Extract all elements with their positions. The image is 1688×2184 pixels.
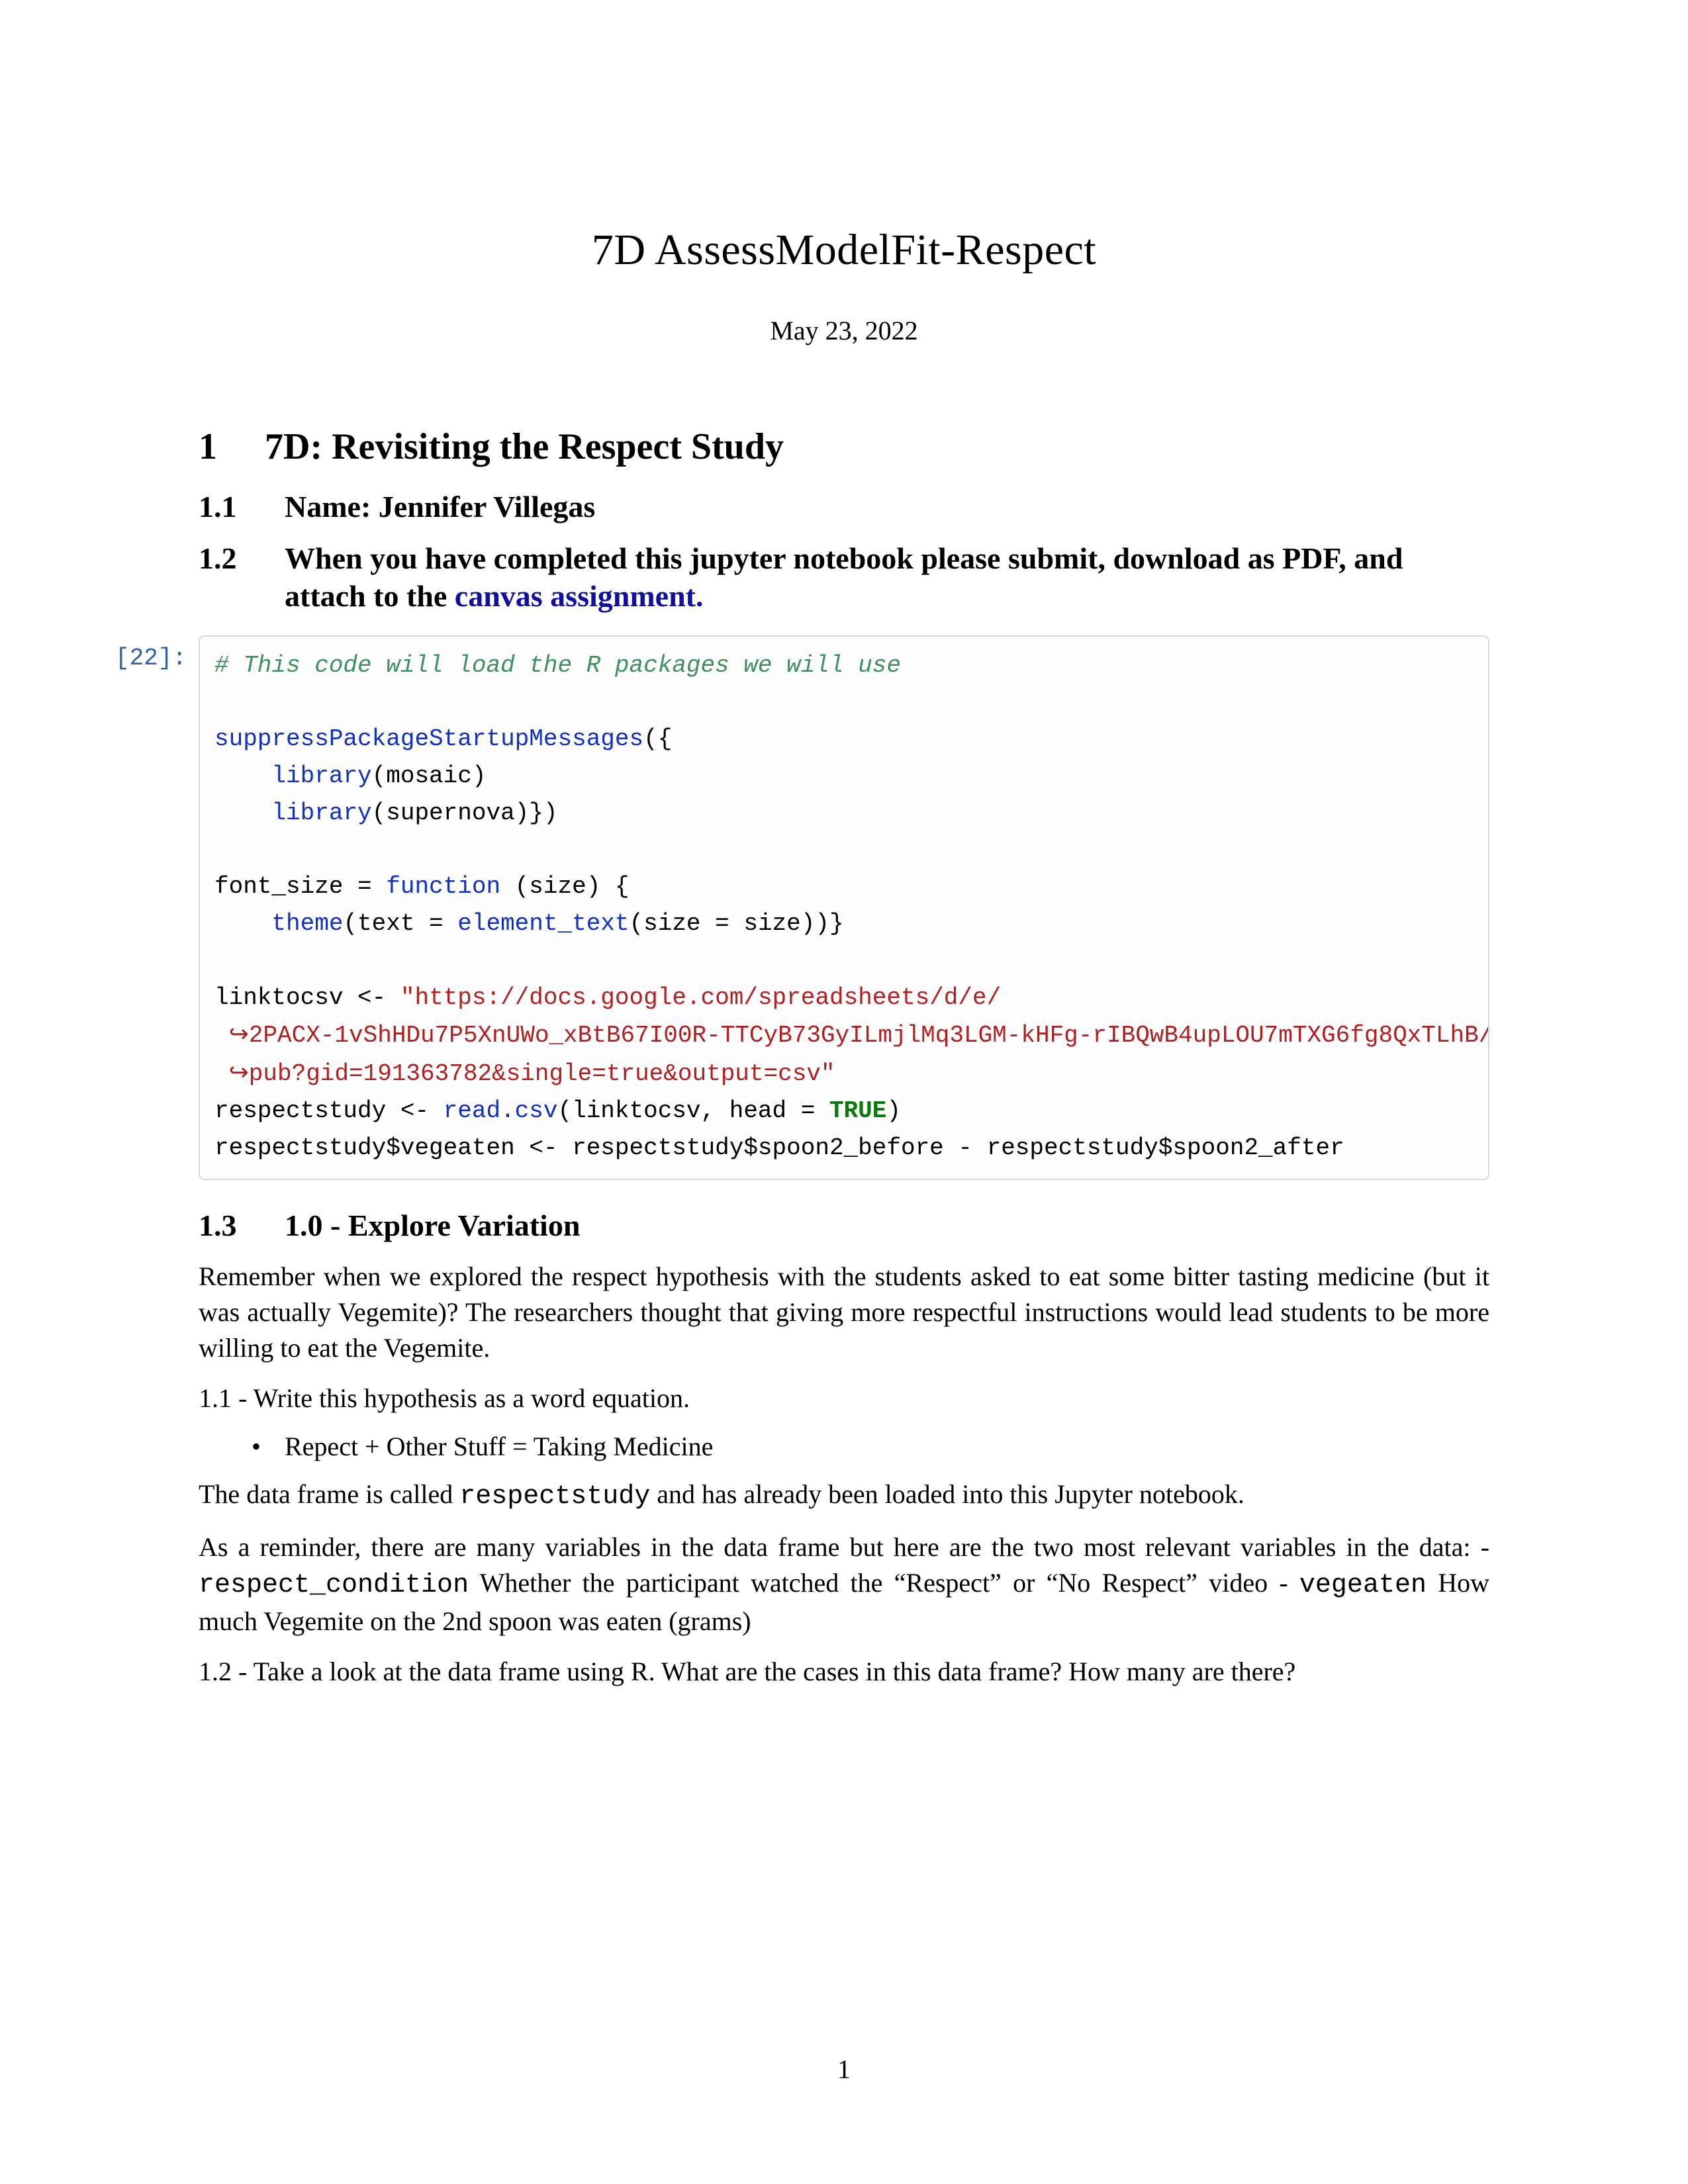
text: As a reminder, there are many variables … xyxy=(199,1532,1489,1562)
code-block: # This code will load the R packages we … xyxy=(199,635,1489,1180)
inline-code: respectstudy xyxy=(459,1482,650,1512)
code-token: respectstudy <- xyxy=(214,1097,444,1124)
paragraph: As a reminder, there are many variables … xyxy=(199,1529,1489,1639)
code-string: pub?gid=191363782&single=true&output=csv… xyxy=(249,1060,835,1087)
code-token: theme xyxy=(271,910,343,937)
code-token: function xyxy=(386,873,500,900)
bullet-item: • Repect + Other Stuff = Taking Medicine xyxy=(252,1431,1489,1462)
code-token: respectstudy$vegeaten <- respectstudy$sp… xyxy=(214,1134,1344,1161)
code-token: library xyxy=(271,799,371,827)
code-string: "https://docs.google.com/spreadsheets/d/… xyxy=(400,984,1001,1011)
doc-title: 7D AssessModelFit-Respect xyxy=(199,225,1489,275)
paragraph: Remember when we explored the respect hy… xyxy=(199,1259,1489,1366)
code-token: (size = size))} xyxy=(630,910,844,937)
code-token: linktocsv <- xyxy=(214,984,400,1011)
inline-code: vegeaten xyxy=(1299,1570,1427,1600)
code-token: (linktocsv, head = xyxy=(557,1097,829,1124)
subsection-title: When you have completed this jupyter not… xyxy=(285,539,1489,615)
bullet-icon: • xyxy=(252,1431,285,1462)
code-token: (mosaic) xyxy=(372,762,487,790)
section-number: 1 xyxy=(199,426,265,468)
code-cell: [22]: # This code will load the R packag… xyxy=(79,635,1489,1180)
code-comment: # This code will load the R packages we … xyxy=(214,652,901,679)
subsection-title: 1.0 - Explore Variation xyxy=(285,1206,1489,1245)
subsection-number: 1.1 xyxy=(199,489,285,524)
paragraph: 1.2 - Take a look at the data frame usin… xyxy=(199,1654,1489,1690)
wrap-arrow-icon: ↪ xyxy=(229,1059,249,1085)
paragraph: The data frame is called respectstudy an… xyxy=(199,1477,1489,1515)
text: Whether the participant watched the “Res… xyxy=(469,1568,1299,1598)
code-token: (text = xyxy=(343,910,457,937)
code-token: ({ xyxy=(643,725,672,752)
subsection-heading-instructions: 1.2 When you have completed this jupyter… xyxy=(199,539,1489,615)
code-token: read.csv xyxy=(444,1097,558,1124)
doc-date: May 23, 2022 xyxy=(199,315,1489,346)
page-number: 1 xyxy=(0,2054,1688,2085)
code-token: TRUE xyxy=(829,1097,886,1124)
code-string: 2PACX-1vShHDu7P5XnUWo_xBtB67I00R-TTCyB73… xyxy=(249,1022,1489,1049)
bullet-text: Repect + Other Stuff = Taking Medicine xyxy=(285,1431,713,1462)
text: The data frame is called xyxy=(199,1479,459,1509)
canvas-assignment-link[interactable]: canvas assignment. xyxy=(455,579,704,613)
section-title: 7D: Revisiting the Respect Study xyxy=(265,426,1489,468)
paragraph: 1.1 - Write this hypothesis as a word eq… xyxy=(199,1381,1489,1416)
section-heading-1: 1 7D: Revisiting the Respect Study xyxy=(199,426,1489,468)
code-token: suppressPackageStartupMessages xyxy=(214,725,643,752)
subsection-heading-name: 1.1 Name: Jennifer Villegas xyxy=(199,488,1489,526)
cell-prompt: [22]: xyxy=(79,635,199,672)
subsection-number: 1.2 xyxy=(199,541,285,576)
code-token: library xyxy=(271,762,371,790)
code-token: ) xyxy=(886,1097,901,1124)
subsection-title: Name: Jennifer Villegas xyxy=(285,488,1489,526)
inline-code: respect_condition xyxy=(199,1570,469,1600)
subsection-heading-explore: 1.3 1.0 - Explore Variation xyxy=(199,1206,1489,1245)
code-token: font_size = xyxy=(214,873,386,900)
wrap-arrow-icon: ↪ xyxy=(229,1021,249,1047)
text: and has already been loaded into this Ju… xyxy=(650,1479,1244,1509)
code-token: (size) { xyxy=(500,873,629,900)
instruction-text: When you have completed this jupyter not… xyxy=(285,541,1403,614)
subsection-number: 1.3 xyxy=(199,1208,285,1243)
code-token: (supernova)}) xyxy=(372,799,558,827)
code-token: element_text xyxy=(457,910,629,937)
